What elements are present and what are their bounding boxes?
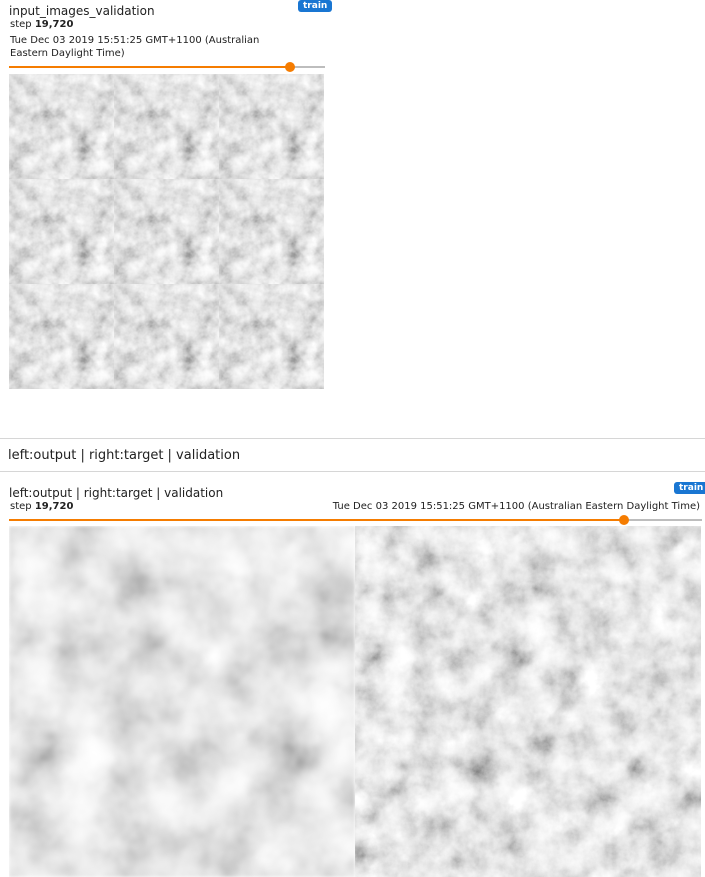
slider-fill xyxy=(9,66,290,68)
step-value: 19,720 xyxy=(34,19,74,30)
group-divider-top xyxy=(0,438,705,439)
image-card-input-images-validation: input_images_validation train step 19,72… xyxy=(0,0,333,420)
slider-thumb[interactable] xyxy=(285,62,295,72)
thumbnail-image xyxy=(114,284,219,389)
thumbnail-image xyxy=(9,74,114,179)
step-label: step xyxy=(10,19,32,30)
step-info: step 19,720 xyxy=(10,501,73,513)
thumbnail-image xyxy=(114,74,219,179)
thumbnail-image xyxy=(219,74,324,179)
output-image xyxy=(9,526,355,877)
output-terrain-image xyxy=(9,526,355,877)
step-slider[interactable] xyxy=(9,515,702,525)
card-title: left:output | right:target | validation xyxy=(9,486,224,500)
thumbnail-image xyxy=(219,179,324,284)
step-info: step 19,720 xyxy=(10,19,73,31)
wall-time: Tue Dec 03 2019 15:51:25 GMT+1100 (Austr… xyxy=(10,35,260,59)
thumbnail-image xyxy=(9,179,114,284)
slider-thumb[interactable] xyxy=(619,515,629,525)
target-terrain-image xyxy=(355,526,701,877)
step-label: step xyxy=(10,501,32,512)
target-image xyxy=(355,526,701,877)
run-badge: train xyxy=(298,0,333,12)
thumbnail-image xyxy=(114,179,219,284)
tag-group-header[interactable]: left:output | right:target | validation xyxy=(8,448,240,464)
thumbnail-image xyxy=(9,284,114,389)
card-title: input_images_validation xyxy=(9,4,155,18)
step-value: 19,720 xyxy=(34,501,74,512)
step-slider[interactable] xyxy=(9,62,325,72)
thumbnail-image xyxy=(219,284,324,389)
run-badge: train xyxy=(674,482,705,494)
image-grid xyxy=(9,74,324,389)
wall-time: Tue Dec 03 2019 15:51:25 GMT+1100 (Austr… xyxy=(332,501,700,512)
slider-fill xyxy=(9,519,624,521)
